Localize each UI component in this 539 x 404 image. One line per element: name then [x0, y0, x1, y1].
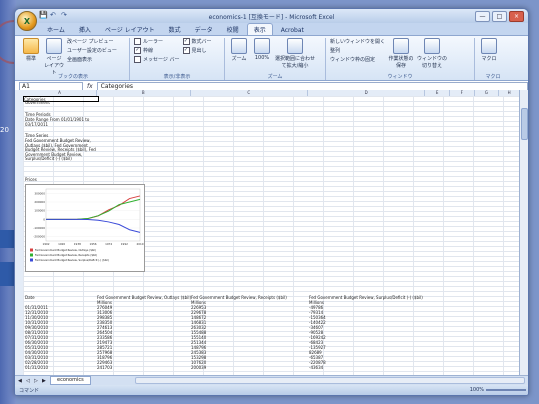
tab-formulas[interactable]: 数式: [163, 24, 187, 35]
group-label: 表示/非表示: [163, 74, 191, 80]
window-title: economics-1 [互換モード] - Microsoft Excel: [208, 14, 335, 21]
sheet-tab-bar: ◀ ◁ ▷ ▶ economics: [15, 375, 528, 385]
page-break-preview-button[interactable]: 改ページ プレビュー: [67, 38, 117, 45]
tab-home[interactable]: ホーム: [41, 24, 71, 35]
magnifier-icon: [231, 38, 247, 54]
vertical-scrollbar[interactable]: [519, 90, 528, 380]
zoom-selection-icon: [287, 38, 303, 54]
arrange-all-button[interactable]: 整列: [330, 47, 385, 54]
gridlines-checkbox[interactable]: ✓ 枠線: [134, 47, 180, 54]
normal-view-icon: [23, 38, 39, 54]
minimize-button[interactable]: —: [475, 11, 490, 22]
legend-swatch: [30, 248, 33, 252]
macro-icon: [481, 38, 497, 54]
horizontal-scrollbar[interactable]: [135, 377, 525, 384]
first-sheet-icon[interactable]: ◀: [18, 378, 24, 384]
title-bar: X 💾 ↶ ↷ economics-1 [互換モード] - Microsoft …: [15, 9, 528, 31]
legend-swatch: [30, 258, 33, 262]
message-bar-checkbox[interactable]: メッセージ バー: [134, 56, 180, 63]
table-cell: 241703: [97, 365, 113, 370]
table-header: Fed Government Budget Review, Surplus/De…: [309, 295, 423, 300]
ribbon: 標準 ページ レイアウト 改ページ プレビュー ユーザー設定のビュー 全画面表示…: [15, 35, 528, 81]
tab-page-layout[interactable]: ページ レイアウト: [99, 24, 161, 35]
switch-windows-icon: [424, 38, 441, 54]
cell-text: Government: [25, 100, 50, 105]
y-tick-label: 200000: [34, 200, 45, 204]
legend-entry: Fed Government Budget Review, Receipts (…: [35, 253, 97, 257]
last-sheet-icon[interactable]: ▶: [42, 378, 48, 384]
table-cell: -43634: [309, 365, 324, 370]
x-tick-label: 1992: [121, 242, 128, 246]
cell-text: Date Range From 01/01/1901 to 03/17/2011: [25, 117, 90, 127]
legend-entry: Fed Government Budget Review, Surplus/De…: [35, 258, 109, 262]
excel-window: X 💾 ↶ ↷ economics-1 [互換モード] - Microsoft …: [14, 8, 529, 396]
x-tick-label: 1938: [74, 242, 81, 246]
prev-sheet-icon[interactable]: ◁: [26, 378, 32, 384]
sheet-tab-economics[interactable]: economics: [50, 376, 91, 385]
worksheet[interactable]: A B C D E F G H Categories Government Ti…: [15, 90, 520, 380]
group-label: ズーム: [267, 74, 283, 80]
x-tick-label: 1974: [105, 242, 112, 246]
zoom-100-icon: [254, 38, 270, 54]
y-tick-label: 0: [43, 217, 45, 221]
full-screen-button[interactable]: 全画面表示: [67, 56, 117, 63]
next-sheet-icon[interactable]: ▷: [34, 378, 40, 384]
office-button[interactable]: X: [17, 11, 37, 31]
group-book-views: 標準 ページ レイアウト 改ページ プレビュー ユーザー設定のビュー 全画面表示…: [17, 38, 130, 80]
group-label: ウィンドウ: [387, 74, 413, 80]
tab-view[interactable]: 表示: [246, 23, 273, 35]
y-tick-label: 300000: [34, 191, 45, 195]
group-show-hide: ルーラー ✓ 枠線 メッセージ バー ✓ 数式バー ✓ 見出し 表示/非表示: [130, 38, 225, 80]
maximize-button[interactable]: □: [492, 11, 507, 22]
cell-text: Prices: [25, 177, 37, 182]
tab-acrobat[interactable]: Acrobat: [275, 26, 310, 35]
status-text: コマンド: [19, 387, 40, 394]
close-button[interactable]: ×: [509, 11, 524, 22]
group-macro: マクロ マクロ: [475, 38, 511, 80]
x-tick-label: 1920: [58, 242, 65, 246]
group-window: 新しいウィンドウを開く 整列 ウィンドウ枠の固定 作業状態の保存 ウィンドウの切…: [326, 38, 475, 80]
new-window-button[interactable]: 新しいウィンドウを開く: [330, 38, 385, 45]
freeze-panes-button[interactable]: ウィンドウ枠の固定: [330, 56, 385, 63]
table-cell: 01/31/2010: [25, 365, 49, 370]
formula-bar-checkbox[interactable]: ✓ 数式バー: [182, 38, 212, 45]
zoom-level[interactable]: 100%: [470, 387, 484, 393]
window-controls: — □ ×: [475, 11, 524, 22]
cell-text: Fed Government Budget Review, Outlays ($…: [25, 138, 96, 161]
tab-insert[interactable]: 挿入: [73, 24, 97, 35]
page-layout-icon: [46, 38, 62, 54]
zoom-slider[interactable]: [486, 389, 526, 391]
legend-swatch: [30, 253, 33, 257]
legend-entry: Fed Government Budget Review, Outlays ($…: [35, 248, 96, 252]
group-label: マクロ: [485, 74, 501, 80]
tab-data[interactable]: データ: [189, 24, 219, 35]
fx-icon[interactable]: fx: [87, 83, 93, 90]
table-cell: 200039: [191, 365, 207, 370]
y-tick-label: -200000: [33, 235, 45, 239]
group-zoom: ズーム 100% 選択範囲に合わせて拡大/縮小 ズーム: [225, 38, 326, 80]
ribbon-tabs: ホーム 挿入 ページ レイアウト 数式 データ 校閲 表示 Acrobat: [15, 23, 528, 35]
headings-checkbox[interactable]: ✓ 見出し: [182, 47, 212, 54]
table-header: Date: [25, 295, 35, 300]
save-workspace-icon: [393, 38, 410, 54]
ruler-checkbox[interactable]: ルーラー: [134, 38, 180, 45]
scroll-thumb[interactable]: [521, 108, 528, 140]
custom-views-button[interactable]: ユーザー設定のビュー: [67, 47, 117, 54]
group-label: ブックの表示: [57, 74, 88, 80]
y-tick-label: -100000: [33, 226, 45, 230]
zoom-control: 100%: [470, 387, 526, 393]
desktop-fragment: 20: [0, 126, 9, 134]
x-tick-label: 1902: [42, 242, 49, 246]
x-tick-label: 1956: [89, 242, 96, 246]
y-tick-label: 100000: [34, 209, 45, 213]
embedded-line-chart[interactable]: 300000 200000 100000 0 -100000 -200000 1902 192…: [25, 184, 145, 272]
x-tick-label: 2010: [136, 242, 143, 246]
plot-area: [45, 188, 141, 242]
tab-review[interactable]: 校閲: [221, 24, 245, 35]
status-bar: コマンド 100%: [15, 385, 528, 395]
